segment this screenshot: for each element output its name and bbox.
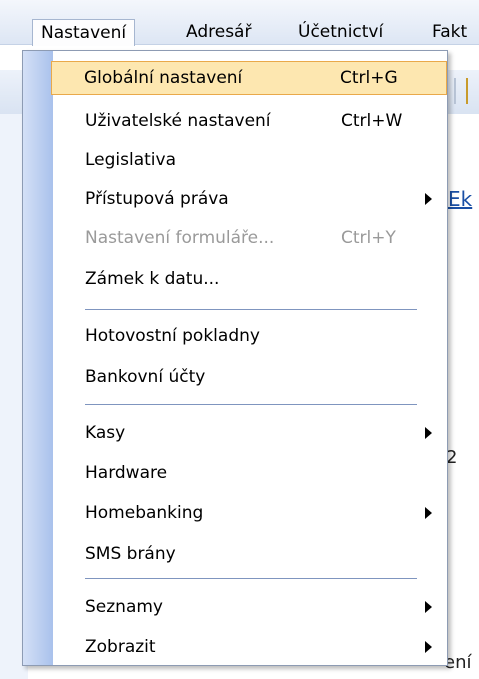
menu-item-label: SMS brány	[85, 544, 176, 564]
menu-item-label: Hotovostní pokladny	[85, 326, 260, 346]
submenu-arrow-icon	[425, 193, 432, 205]
menu-item-uzivatelske-nastaveni[interactable]: Uživatelské nastavení Ctrl+W	[53, 104, 445, 138]
menu-item-zamek-k-datu[interactable]: Zámek k datu...	[53, 262, 445, 296]
menu-item-hardware[interactable]: Hardware	[53, 456, 445, 490]
menu-nastaveni[interactable]: Nastavení	[32, 19, 136, 46]
menu-fakturace[interactable]: Fakt	[432, 20, 467, 44]
menu-item-shortcut: Ctrl+Y	[341, 228, 396, 248]
menu-icon-gutter	[23, 51, 53, 665]
menu-separator	[85, 404, 417, 405]
menu-item-label: Bankovní účty	[85, 367, 206, 387]
menu-item-legislativa[interactable]: Legislativa	[53, 143, 445, 177]
toolbar-separator	[454, 78, 456, 104]
menu-item-label: Zobrazit	[85, 637, 156, 657]
background-text-eni: ení	[444, 652, 472, 673]
submenu-arrow-icon	[425, 507, 432, 519]
menu-item-globalni-nastaveni[interactable]: Globální nastavení Ctrl+G	[51, 61, 447, 95]
menu-adresar[interactable]: Adresář	[186, 20, 251, 44]
toolbar-icon[interactable]	[466, 78, 468, 104]
submenu-arrow-icon	[425, 601, 432, 613]
menu-item-label: Nastavení formuláře...	[85, 228, 275, 248]
menu-item-label: Zámek k datu...	[85, 269, 220, 289]
menu-item-seznamy[interactable]: Seznamy	[53, 590, 445, 624]
menu-item-label: Přístupová práva	[85, 189, 229, 209]
menu-separator	[85, 309, 417, 310]
menu-separator	[85, 578, 417, 579]
menu-item-nastaveni-formulare: Nastavení formuláře... Ctrl+Y	[53, 221, 445, 255]
menu-item-label: Legislativa	[85, 150, 177, 170]
nastaveni-dropdown-menu: Globální nastavení Ctrl+G Uživatelské na…	[22, 50, 448, 666]
menu-item-label: Kasy	[85, 423, 126, 443]
submenu-arrow-icon	[425, 427, 432, 439]
menu-item-shortcut: Ctrl+W	[341, 111, 403, 131]
submenu-arrow-icon	[425, 641, 432, 653]
menu-item-label: Uživatelské nastavení	[85, 111, 271, 131]
menu-item-bankovni-ucty[interactable]: Bankovní účty	[53, 360, 445, 394]
menu-item-zobrazit[interactable]: Zobrazit	[53, 630, 445, 664]
menu-item-sms-brany[interactable]: SMS brány	[53, 537, 445, 571]
menu-item-label: Globální nastavení	[84, 68, 243, 88]
menu-bar: Nastavení Adresář Účetnictví Fakt	[0, 0, 479, 46]
menu-item-label: Hardware	[85, 463, 168, 483]
menu-item-hotovostni-pokladny[interactable]: Hotovostní pokladny	[53, 319, 445, 353]
menu-item-kasy[interactable]: Kasy	[53, 416, 445, 450]
menu-item-shortcut: Ctrl+G	[340, 68, 398, 88]
menu-item-homebanking[interactable]: Homebanking	[53, 496, 445, 530]
background-link[interactable]: Ek	[448, 187, 472, 211]
menu-item-label: Seznamy	[85, 597, 163, 617]
menu-item-pristupova-prava[interactable]: Přístupová práva	[53, 182, 445, 216]
menu-item-label: Homebanking	[85, 503, 204, 523]
menu-ucetnictvi[interactable]: Účetnictví	[298, 20, 383, 44]
